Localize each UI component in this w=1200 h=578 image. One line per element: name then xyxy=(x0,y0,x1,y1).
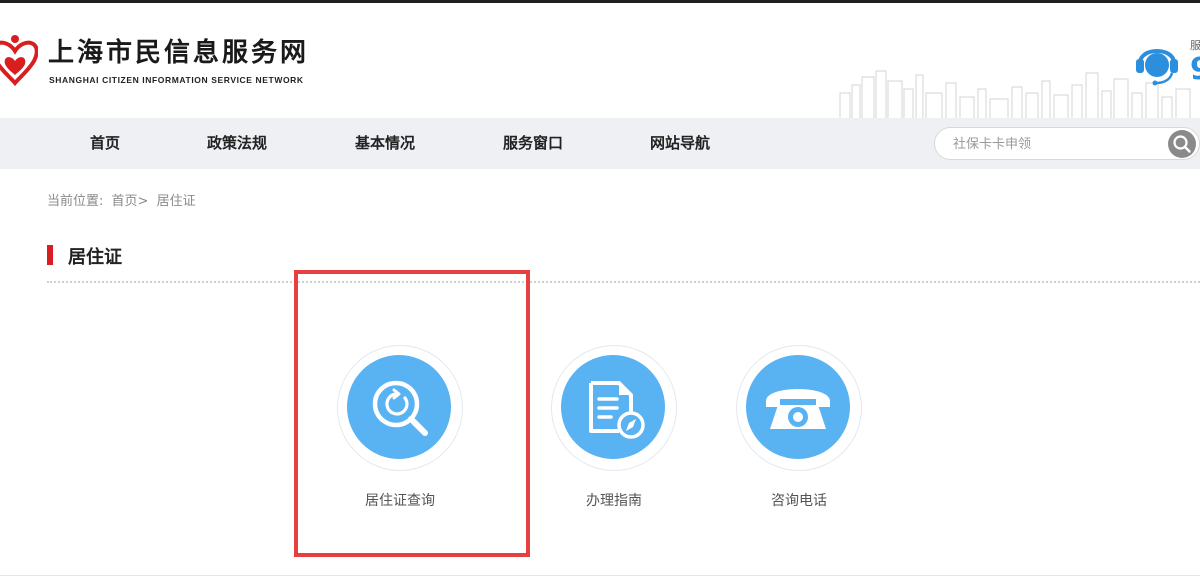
nav-item-service-window[interactable]: 服务窗口 xyxy=(503,118,563,169)
nav-item-site-navigation[interactable]: 网站导航 xyxy=(650,118,710,169)
search-input[interactable] xyxy=(953,134,1153,154)
hotline-number: 9 xyxy=(1190,53,1200,87)
document-compass-icon xyxy=(589,381,645,439)
highlight-box xyxy=(294,270,530,557)
nav-item-basic-info[interactable]: 基本情况 xyxy=(355,118,415,169)
telephone-icon xyxy=(766,389,830,429)
customer-service-icon xyxy=(1136,49,1178,86)
section-marker xyxy=(47,245,53,265)
logo-icon[interactable] xyxy=(0,31,38,93)
service-label[interactable]: 办理指南 xyxy=(531,490,697,510)
section-divider xyxy=(47,281,1200,283)
breadcrumb-current: 居住证 xyxy=(156,194,196,209)
service-icon-circle xyxy=(746,355,850,459)
bottom-divider xyxy=(0,575,1200,576)
search-box xyxy=(934,127,1200,160)
nav-item-home[interactable]: 首页 xyxy=(90,118,120,169)
hotline-label: 服 xyxy=(1190,39,1200,52)
search-button[interactable] xyxy=(1168,130,1196,158)
site-header: 上海市民信息服务网 SHANGHAI CITIZEN INFORMATION S… xyxy=(0,3,1200,118)
service-label[interactable]: 咨询电话 xyxy=(716,490,882,510)
breadcrumb-home-link[interactable]: 首页> xyxy=(112,194,149,209)
breadcrumb: 当前位置: 首页> 居住证 xyxy=(47,190,200,209)
breadcrumb-prefix: 当前位置: xyxy=(47,194,104,209)
nav-item-policies[interactable]: 政策法规 xyxy=(207,118,267,169)
site-subtitle: SHANGHAI CITIZEN INFORMATION SERVICE NET… xyxy=(49,75,304,85)
section-title: 居住证 xyxy=(68,247,122,268)
site-title[interactable]: 上海市民信息服务网 xyxy=(48,37,309,69)
search-icon xyxy=(1173,135,1191,153)
service-icon-circle xyxy=(561,355,665,459)
